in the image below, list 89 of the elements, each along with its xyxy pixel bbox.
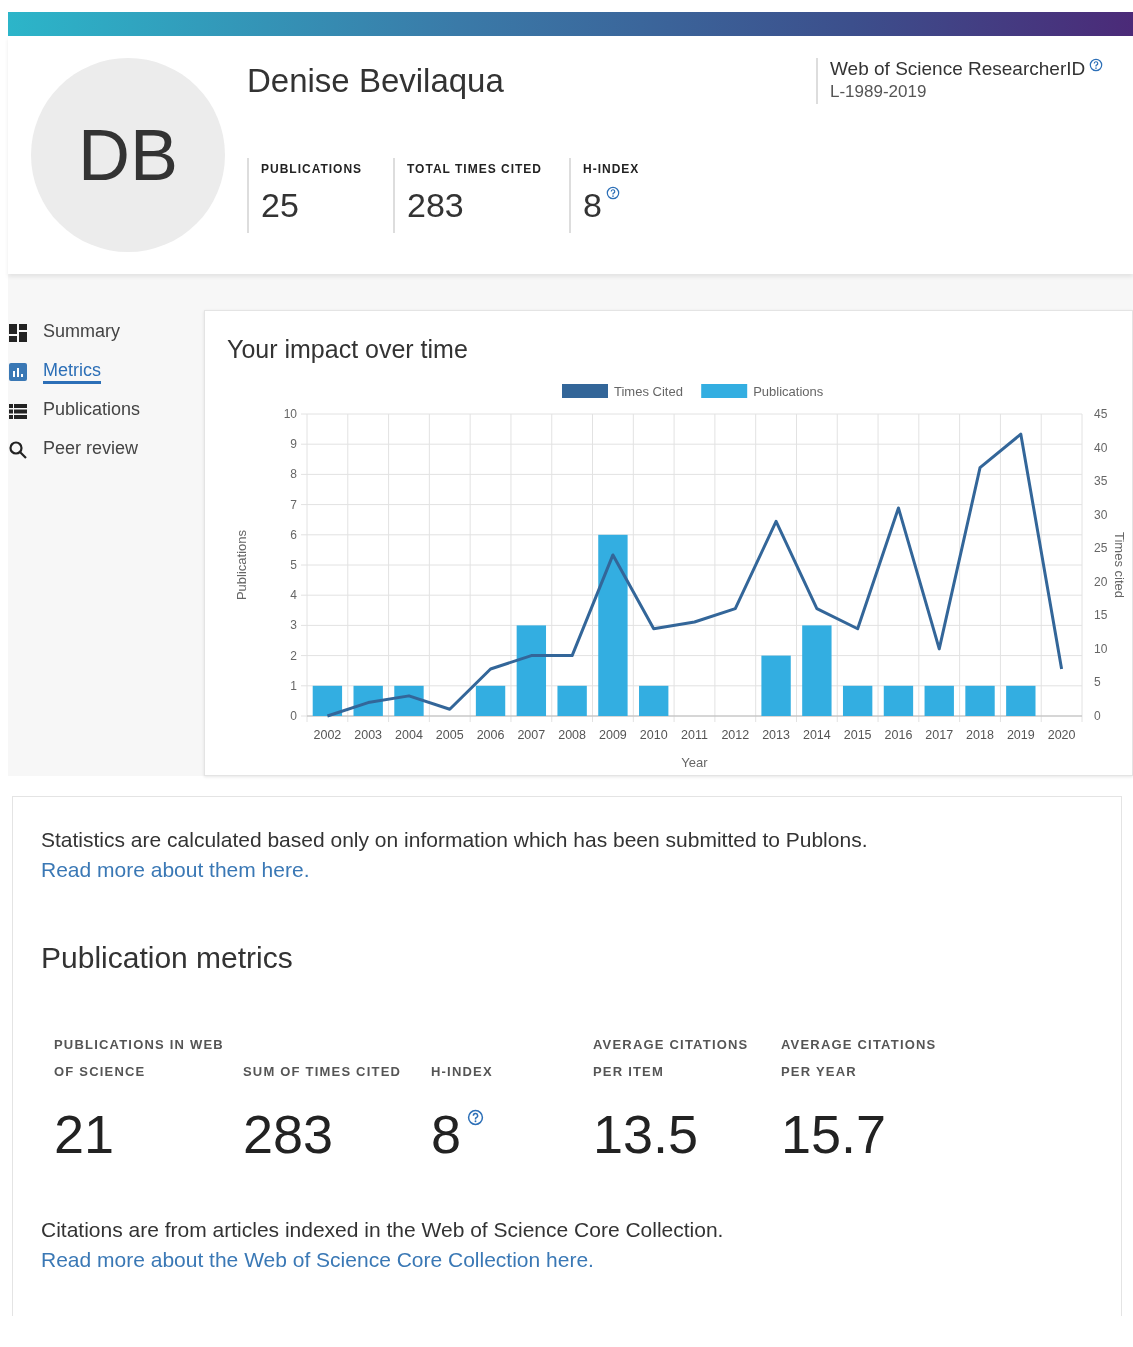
bar xyxy=(883,685,914,716)
y-tick-label: 9 xyxy=(290,437,297,452)
stat-label: TOTAL TIMES CITED xyxy=(407,162,543,176)
y-tick-label: 30 xyxy=(1094,507,1108,522)
x-tick-label: 2019 xyxy=(1006,728,1035,742)
x-tick-label: 2009 xyxy=(599,728,627,742)
search-icon xyxy=(8,439,28,460)
x-tick-label: 2015 xyxy=(843,728,872,742)
y-tick-label: 0 xyxy=(290,709,297,723)
stat-value: 8 xyxy=(583,186,602,225)
bar xyxy=(761,655,791,716)
y-tick-label: 25 xyxy=(1094,541,1108,556)
y-tick-label: 6 xyxy=(290,527,297,542)
x-tick-label: 2018 xyxy=(966,728,994,742)
sidebar-item[interactable]: Peer review xyxy=(8,435,204,464)
y-tick-label: 4 xyxy=(290,588,297,603)
metric-label: H-INDEX xyxy=(431,1063,494,1081)
help-icon[interactable] xyxy=(467,1109,485,1126)
avatar-initials: DB xyxy=(31,58,225,252)
x-tick-label: 2003 xyxy=(354,728,383,742)
bar xyxy=(475,685,506,716)
y-tick-label: 0 xyxy=(1094,709,1101,723)
y-tick-label: 5 xyxy=(1094,675,1101,690)
metric-value: 21 xyxy=(54,1103,115,1165)
metric-label: AVERAGE CITATIONS PER ITEM xyxy=(593,1036,750,1081)
help-icon[interactable] xyxy=(1089,58,1104,72)
x-tick-label: 2011 xyxy=(681,728,708,742)
y-tick-label: 20 xyxy=(1094,574,1108,589)
axis-title: Publications xyxy=(234,529,249,601)
bar xyxy=(639,685,669,716)
legend-label: Times Cited xyxy=(614,384,683,399)
metric-label: SUM OF TIMES CITED xyxy=(243,1063,403,1081)
metric-value: 15.7 xyxy=(781,1103,887,1165)
info-text: Citations are from articles indexed in the Web of Science Core Collection. xyxy=(41,1217,725,1243)
sidebar-item[interactable]: Metrics xyxy=(8,357,204,386)
axis-title: Year xyxy=(681,755,708,770)
researcher-id-value: L-1989-2019 xyxy=(830,82,928,102)
axis-title: Times cited xyxy=(1112,532,1127,598)
x-tick-label: 2007 xyxy=(517,728,546,742)
metric-value: 283 xyxy=(243,1103,334,1165)
y-tick-label: 1 xyxy=(290,678,297,693)
x-tick-label: 2006 xyxy=(476,728,505,742)
stat-value: 25 xyxy=(261,186,299,225)
bar xyxy=(842,685,873,716)
read-more-link[interactable]: Read more about them here. xyxy=(41,855,310,885)
metric-label: AVERAGE CITATIONS PER YEAR xyxy=(781,1036,938,1081)
info-text: Statistics are calculated based only on information which has been submitted to Publons. xyxy=(41,827,869,853)
bar xyxy=(924,685,954,716)
metric-value: 8 xyxy=(431,1103,462,1165)
bar xyxy=(1006,685,1036,716)
dashboard-icon xyxy=(8,322,28,343)
y-tick-label: 7 xyxy=(290,497,297,512)
y-tick-label: 35 xyxy=(1094,474,1108,489)
researcher-name: Denise Bevilaqua xyxy=(247,62,505,100)
stat-label: H-INDEX xyxy=(583,162,640,176)
y-tick-label: 3 xyxy=(290,618,297,633)
x-tick-label: 2010 xyxy=(639,728,668,742)
x-tick-label: 2002 xyxy=(313,728,342,742)
x-tick-label: 2020 xyxy=(1047,728,1076,742)
bar xyxy=(557,685,587,716)
x-tick-label: 2014 xyxy=(802,728,831,742)
read-more-link[interactable]: Read more about the Web of Science Core Collection here. xyxy=(41,1245,594,1275)
x-tick-label: 2012 xyxy=(721,728,750,742)
stat-label: PUBLICATIONS xyxy=(261,162,364,176)
x-tick-label: 2017 xyxy=(925,728,954,742)
researcher-id-label: Web of Science ResearcherID xyxy=(830,58,1086,80)
bar xyxy=(965,685,995,716)
x-tick-label: 2016 xyxy=(884,728,913,742)
x-tick-label: 2004 xyxy=(395,728,423,742)
y-tick-label: 5 xyxy=(290,558,297,572)
y-tick-label: 2 xyxy=(290,648,297,663)
metric-value: 13.5 xyxy=(593,1103,699,1165)
y-tick-label: 45 xyxy=(1094,407,1108,421)
card-title: Your impact over time xyxy=(227,335,469,364)
sidebar-item[interactable]: Publications xyxy=(8,396,204,425)
y-tick-label: 10 xyxy=(1094,641,1108,656)
metric-label: PUBLICATIONS IN WEB OF SCIENCE xyxy=(54,1036,225,1081)
stat-value: 283 xyxy=(407,186,464,225)
y-tick-label: 10 xyxy=(283,407,297,421)
x-tick-label: 2005 xyxy=(435,728,464,742)
y-tick-label: 8 xyxy=(290,467,297,482)
help-icon[interactable] xyxy=(605,186,620,200)
legend-label: Publications xyxy=(753,384,824,399)
y-tick-label: 40 xyxy=(1094,440,1108,455)
x-tick-label: 2013 xyxy=(762,728,790,742)
section-title: Publication metrics xyxy=(41,941,294,975)
sidebar-item[interactable]: Summary xyxy=(8,318,204,347)
y-tick-label: 15 xyxy=(1094,608,1108,623)
x-tick-label: 2008 xyxy=(558,728,587,742)
